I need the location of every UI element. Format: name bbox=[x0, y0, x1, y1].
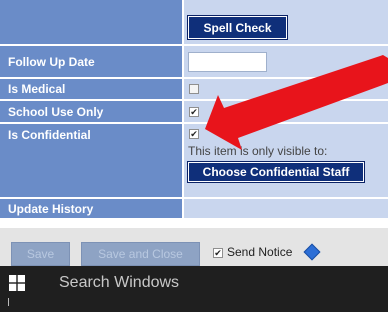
follow-up-date-label: Follow Up Date bbox=[0, 46, 183, 77]
spell-check-cell: Spell Check bbox=[184, 0, 388, 44]
is-confidential-checkbox[interactable]: ✔ bbox=[189, 129, 199, 139]
choose-confidential-staff-button[interactable]: Choose Confidential Staff bbox=[187, 161, 365, 183]
follow-up-date-row: Follow Up Date bbox=[0, 46, 388, 78]
send-notice-checkbox[interactable]: ✔ bbox=[213, 248, 223, 258]
info-icon[interactable] bbox=[303, 243, 321, 261]
send-notice-label: Send Notice bbox=[227, 245, 293, 259]
school-use-only-cell: ✔ bbox=[184, 101, 388, 122]
windows-taskbar: Search Windows bbox=[0, 266, 388, 312]
is-medical-row: Is Medical bbox=[0, 79, 388, 100]
school-use-only-label: School Use Only bbox=[0, 101, 183, 122]
confidential-note: This item is only visible to: bbox=[188, 144, 328, 158]
spell-check-button[interactable]: Spell Check bbox=[187, 15, 288, 40]
spell-check-row: Spell Check bbox=[0, 0, 388, 45]
empty-label-cell bbox=[0, 0, 183, 44]
school-use-only-checkbox[interactable]: ✔ bbox=[189, 107, 199, 117]
follow-up-date-input[interactable] bbox=[188, 52, 267, 72]
update-history-cell bbox=[184, 199, 388, 218]
text-cursor bbox=[8, 298, 9, 306]
is-medical-label: Is Medical bbox=[0, 79, 183, 99]
update-history-label[interactable]: Update History bbox=[0, 199, 183, 218]
save-and-close-button[interactable]: Save and Close bbox=[81, 242, 200, 266]
update-history-row: Update History bbox=[0, 199, 388, 219]
follow-up-date-cell bbox=[184, 46, 388, 77]
save-button[interactable]: Save bbox=[11, 242, 70, 266]
is-confidential-row: Is Confidential ✔ This item is only visi… bbox=[0, 124, 388, 198]
is-confidential-cell: ✔ This item is only visible to: Choose C… bbox=[184, 124, 388, 197]
search-windows-input[interactable]: Search Windows bbox=[59, 274, 179, 292]
school-use-only-row: School Use Only ✔ bbox=[0, 101, 388, 123]
windows-logo-icon[interactable] bbox=[9, 275, 25, 291]
is-medical-checkbox[interactable] bbox=[189, 84, 199, 94]
is-medical-cell bbox=[184, 79, 388, 99]
is-confidential-label: Is Confidential bbox=[0, 124, 183, 197]
